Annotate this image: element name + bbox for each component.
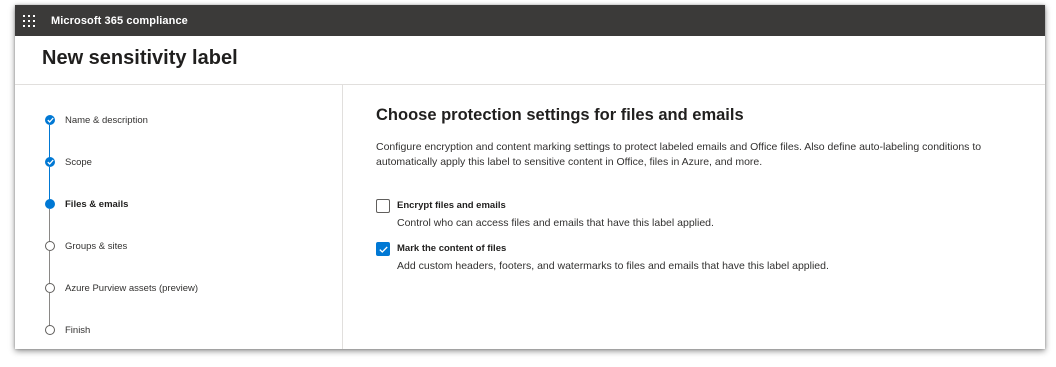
option-label[interactable]: Encrypt files and emails (397, 200, 506, 211)
filled-circle-icon (45, 199, 55, 209)
app-launcher-waffle-icon[interactable] (23, 14, 35, 27)
check-circle-icon (45, 115, 55, 125)
wizard-step-finish[interactable]: Finish (45, 322, 90, 338)
wizard-step-azure-purview[interactable]: Azure Purview assets (preview) (45, 280, 198, 296)
wizard-step-label: Files & emails (65, 198, 129, 210)
option-label[interactable]: Mark the content of files (397, 243, 506, 254)
section-title: Choose protection settings for files and… (376, 106, 744, 124)
option-description: Control who can access files and emails … (397, 217, 714, 229)
empty-circle-icon (45, 283, 55, 293)
checkmark-icon (378, 246, 388, 253)
empty-circle-icon (45, 241, 55, 251)
wizard-step-files-emails[interactable]: Files & emails (45, 196, 128, 212)
empty-circle-icon (45, 325, 55, 335)
wizard-step-groups-sites[interactable]: Groups & sites (45, 238, 127, 254)
page-title: New sensitivity label (42, 47, 238, 69)
section-description: Configure encryption and content marking… (376, 141, 982, 168)
encrypt-checkbox[interactable] (376, 199, 390, 213)
check-circle-icon (45, 157, 55, 167)
option-description: Add custom headers, footers, and waterma… (397, 260, 829, 272)
wizard-steps-panel: Name & description Scope Files & emails … (15, 85, 343, 349)
wizard-step-label: Scope (65, 156, 92, 168)
page-header: New sensitivity label (15, 36, 1045, 85)
mark-content-checkbox[interactable] (376, 242, 390, 256)
wizard-step-label: Name & description (65, 114, 148, 126)
wizard-step-label: Azure Purview assets (preview) (65, 282, 199, 294)
app-window: Microsoft 365 compliance New sensitivity… (15, 5, 1045, 349)
wizard-step-label: Finish (65, 324, 91, 336)
wizard-step-name-description[interactable]: Name & description (45, 112, 148, 128)
wizard-step-scope[interactable]: Scope (45, 154, 92, 170)
top-bar: Microsoft 365 compliance (15, 5, 1045, 36)
wizard-step-label: Groups & sites (65, 240, 128, 252)
app-name[interactable]: Microsoft 365 compliance (51, 15, 188, 27)
